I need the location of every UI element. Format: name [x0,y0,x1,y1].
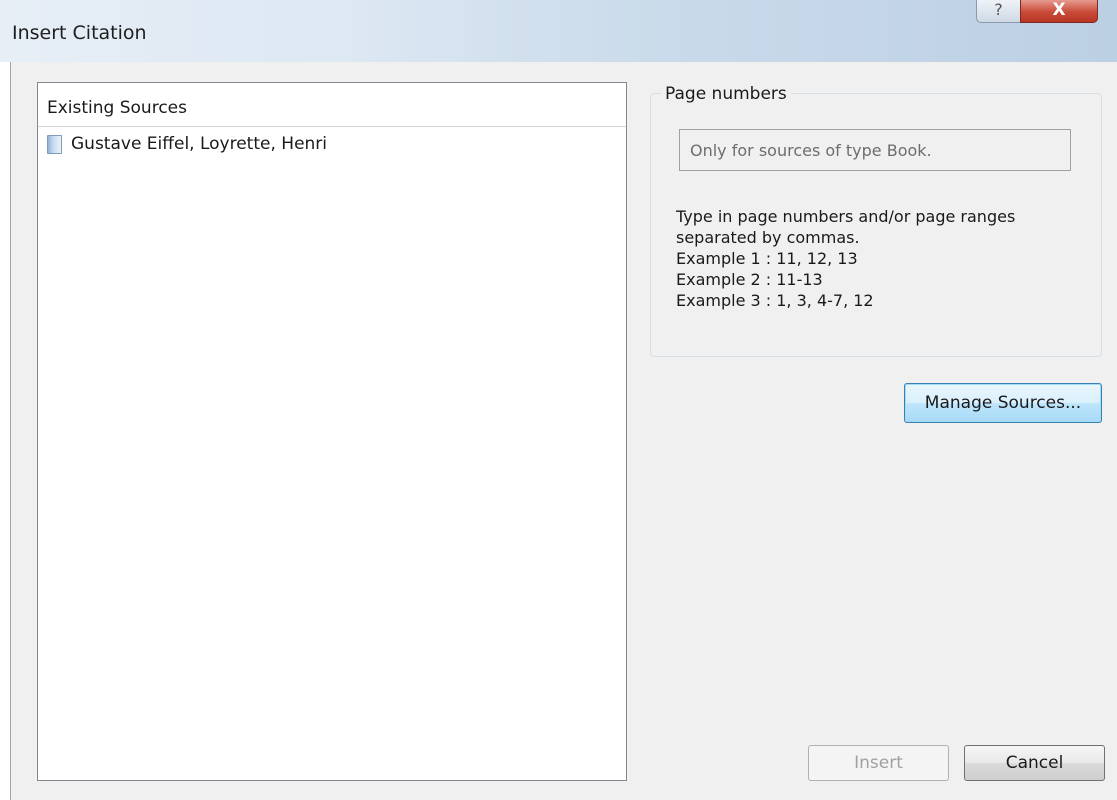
window-title: Insert Citation [12,22,147,44]
existing-sources-list[interactable]: Existing Sources Gustave Eiffel, Loyrett… [37,82,627,781]
existing-sources-header: Existing Sources [38,83,626,127]
help-icon: ? [994,0,1003,19]
source-item-label: Gustave Eiffel, Loyrette, Henri [71,134,328,154]
instruction-line: Type in page numbers and/or page ranges [676,207,1016,226]
insert-button[interactable]: Insert [808,745,949,781]
source-item[interactable]: Gustave Eiffel, Loyrette, Henri [38,127,626,154]
instruction-line: Example 3 : 1, 3, 4-7, 12 [676,291,874,310]
help-button[interactable]: ? [976,0,1021,23]
instruction-line: separated by commas. [676,228,860,247]
instruction-line: Example 1 : 11, 12, 13 [676,249,858,268]
page-numbers-instructions: Type in page numbers and/or page ranges … [676,206,1015,311]
dialog-body: Existing Sources Gustave Eiffel, Loyrett… [10,62,1117,800]
cancel-button[interactable]: Cancel [964,745,1105,781]
instruction-line: Example 2 : 11-13 [676,270,823,289]
page-numbers-legend: Page numbers [661,84,791,104]
close-button[interactable]: X [1020,0,1098,23]
close-icon: X [1052,0,1066,20]
book-icon [47,134,62,154]
title-bar: Insert Citation ? X [0,0,1117,62]
page-numbers-input[interactable] [679,129,1071,171]
manage-sources-button[interactable]: Manage Sources... [904,383,1102,423]
